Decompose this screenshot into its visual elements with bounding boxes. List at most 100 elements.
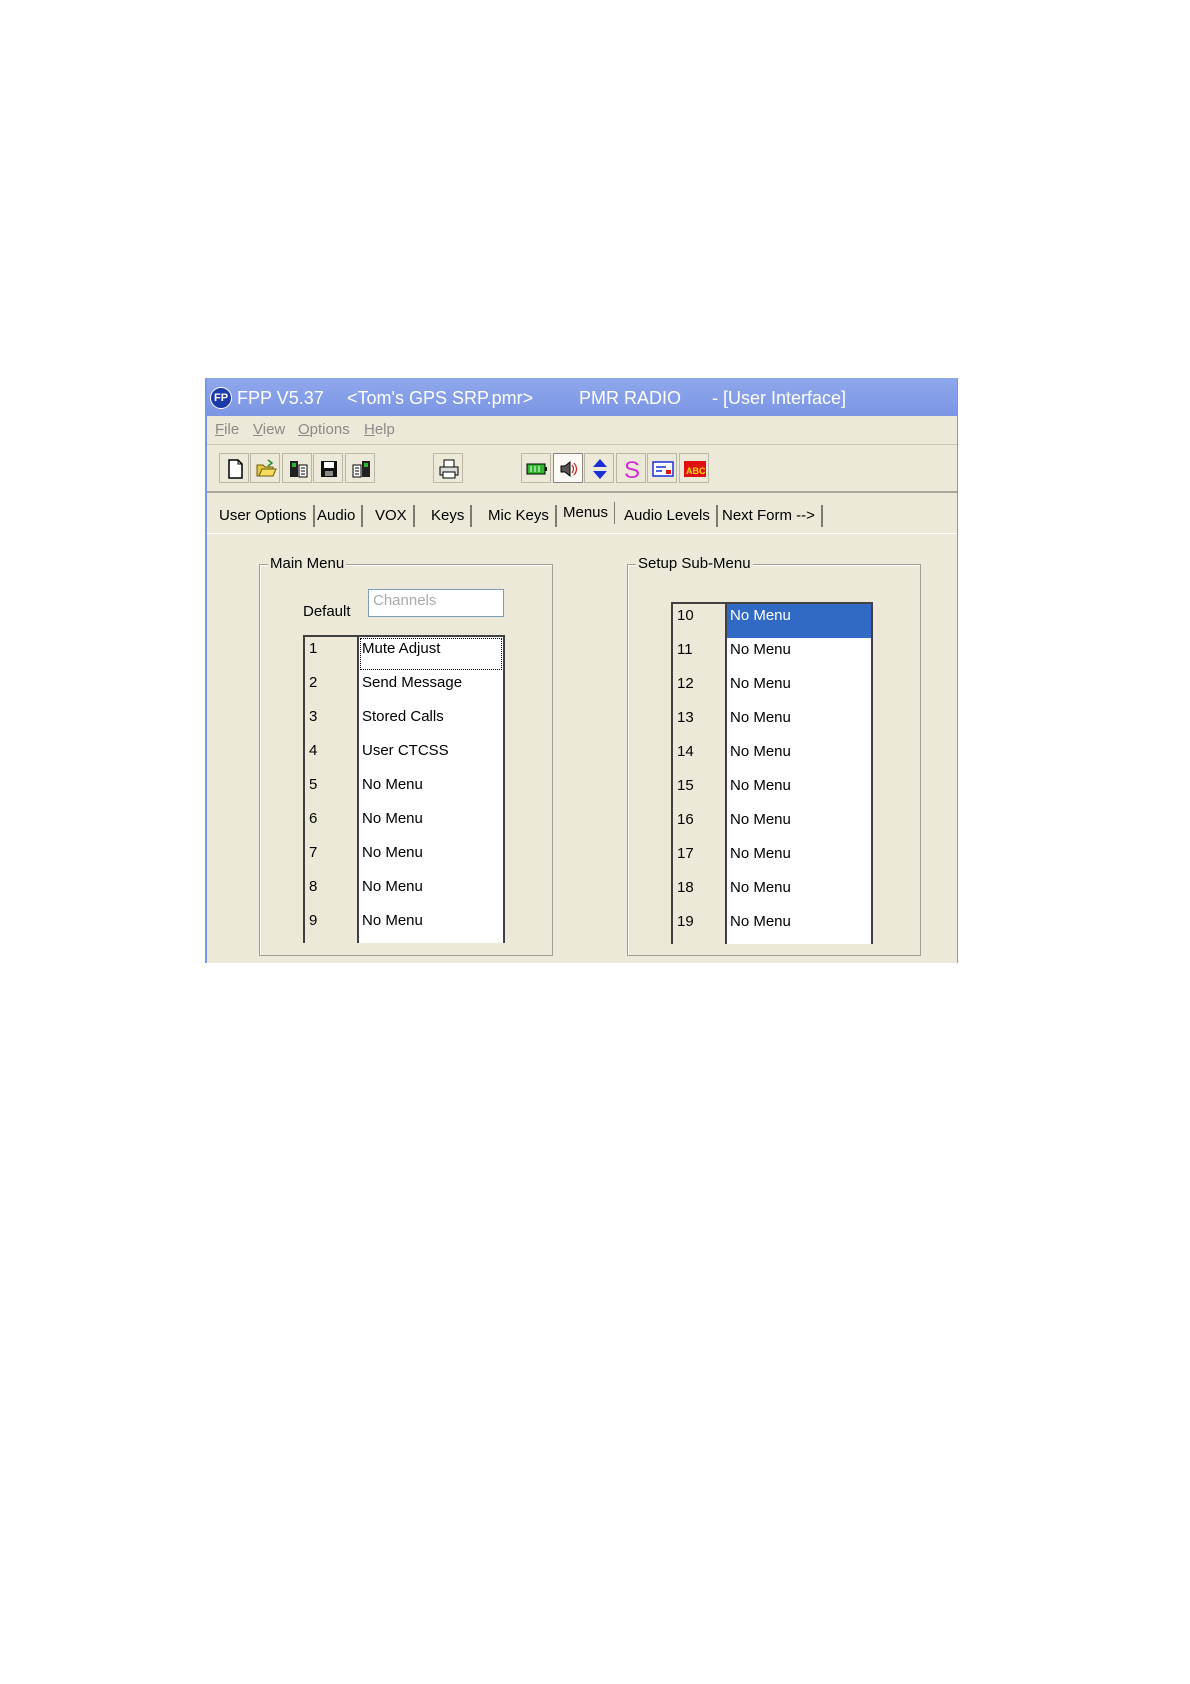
open-file-button[interactable]: [250, 453, 280, 483]
s-icon: S: [624, 458, 640, 480]
print-icon: [439, 459, 459, 479]
main-menu-group: Main Menu Default Channels 1 Mute Adjust …: [259, 555, 553, 956]
row-number: 4: [305, 739, 359, 773]
menu-cell[interactable]: No Menu: [727, 808, 871, 842]
menu-cell[interactable]: No Menu: [727, 638, 871, 672]
table-row[interactable]: 4 User CTCSS: [305, 739, 503, 773]
menu-cell[interactable]: No Menu: [727, 706, 871, 740]
row-number: 18: [673, 876, 727, 910]
setup-sub-menu-group: Setup Sub-Menu 10 No Menu 11 No Menu 12 No …: [627, 555, 921, 956]
tab-keys[interactable]: Keys: [431, 505, 473, 527]
menu-cell[interactable]: No Menu: [359, 773, 503, 807]
row-number: 5: [305, 773, 359, 807]
application-window: FP FPP V5.37 <Tom's GPS SRP.pmr> PMR RAD…: [205, 378, 958, 963]
row-number: 19: [673, 910, 727, 944]
row-number: 9: [305, 909, 359, 943]
menu-cell[interactable]: No Menu: [359, 875, 503, 909]
table-row[interactable]: 15 No Menu: [673, 774, 871, 808]
save-button[interactable]: [313, 453, 343, 483]
menu-cell[interactable]: No Menu: [359, 841, 503, 875]
app-logo-icon[interactable]: FP: [210, 387, 232, 409]
tab-mic-keys[interactable]: Mic Keys: [488, 505, 557, 527]
table-row[interactable]: 11 No Menu: [673, 638, 871, 672]
row-number: 17: [673, 842, 727, 876]
up-down-arrows-icon: [593, 459, 607, 479]
table-row[interactable]: 2 Send Message: [305, 671, 503, 705]
table-row[interactable]: 7 No Menu: [305, 841, 503, 875]
save-icon: [321, 461, 337, 477]
row-number: 13: [673, 706, 727, 740]
signalling-button[interactable]: S: [616, 453, 646, 483]
battery-button[interactable]: [521, 453, 551, 483]
menu-bar: File View Options Help: [207, 416, 957, 445]
tab-menus[interactable]: Menus: [563, 502, 616, 524]
menu-cell[interactable]: No Menu: [727, 672, 871, 706]
table-row[interactable]: 18 No Menu: [673, 876, 871, 910]
menu-view[interactable]: View: [253, 421, 285, 438]
setup-sub-menu-title: Setup Sub-Menu: [636, 555, 753, 572]
table-row[interactable]: 16 No Menu: [673, 808, 871, 842]
table-row[interactable]: 3 Stored Calls: [305, 705, 503, 739]
row-number: 12: [673, 672, 727, 706]
menu-options[interactable]: Options: [298, 421, 350, 438]
row-number: 3: [305, 705, 359, 739]
row-number: 15: [673, 774, 727, 808]
read-radio-icon: [290, 461, 308, 478]
menu-cell[interactable]: Stored Calls: [359, 705, 503, 739]
menu-file[interactable]: File: [215, 421, 239, 438]
menu-cell[interactable]: No Menu: [359, 807, 503, 841]
menu-cell[interactable]: No Menu: [727, 740, 871, 774]
tab-audio-levels[interactable]: Audio Levels: [624, 505, 718, 527]
write-radio-icon: [352, 461, 370, 478]
write-radio-button[interactable]: [345, 453, 375, 483]
svg-text:S: S: [624, 458, 640, 480]
menu-cell[interactable]: Mute Adjust: [359, 637, 503, 671]
speaker-icon: [560, 460, 578, 478]
table-row[interactable]: 13 No Menu: [673, 706, 871, 740]
new-file-button[interactable]: [219, 453, 249, 483]
menu-cell[interactable]: No Menu: [727, 910, 871, 944]
open-folder-icon: [256, 459, 277, 477]
table-row[interactable]: 12 No Menu: [673, 672, 871, 706]
tab-next-form[interactable]: Next Form -->: [722, 505, 823, 527]
row-number: 10: [673, 604, 727, 638]
table-row[interactable]: 8 No Menu: [305, 875, 503, 909]
file-name: <Tom's GPS SRP.pmr>: [347, 388, 534, 408]
table-row[interactable]: 17 No Menu: [673, 842, 871, 876]
menu-cell[interactable]: No Menu: [359, 909, 503, 943]
form-button[interactable]: [647, 453, 677, 483]
table-row[interactable]: 10 No Menu: [673, 604, 871, 638]
menu-cell[interactable]: User CTCSS: [359, 739, 503, 773]
tab-vox[interactable]: VOX: [375, 505, 415, 527]
tab-audio[interactable]: Audio: [317, 505, 364, 527]
form-name: - [User Interface]: [712, 388, 847, 408]
menu-help[interactable]: Help: [364, 421, 395, 438]
table-row[interactable]: 14 No Menu: [673, 740, 871, 774]
abc-button[interactable]: ABC: [679, 453, 709, 483]
setup-sub-menu-grid: 10 No Menu 11 No Menu 12 No Menu 13 No Menu …: [671, 602, 873, 944]
row-number: 2: [305, 671, 359, 705]
menu-cell[interactable]: No Menu: [727, 774, 871, 808]
title-bar[interactable]: FP FPP V5.37 <Tom's GPS SRP.pmr> PMR RAD…: [207, 378, 957, 416]
menu-cell[interactable]: No Menu: [727, 876, 871, 910]
menu-cell[interactable]: No Menu: [727, 604, 871, 638]
table-row[interactable]: 1 Mute Adjust: [305, 637, 503, 671]
row-number: 16: [673, 808, 727, 842]
menu-cell[interactable]: Send Message: [359, 671, 503, 705]
table-row[interactable]: 5 No Menu: [305, 773, 503, 807]
abc-icon-text: ABC: [686, 466, 706, 476]
tab-strip: User Options Audio VOX Keys Mic Keys Men…: [207, 493, 957, 534]
up-down-button[interactable]: [584, 453, 614, 483]
row-number: 1: [305, 637, 359, 671]
table-row[interactable]: 9 No Menu: [305, 909, 503, 943]
row-number: 6: [305, 807, 359, 841]
tab-user-options[interactable]: User Options: [219, 505, 315, 527]
table-row[interactable]: 19 No Menu: [673, 910, 871, 944]
print-button[interactable]: [433, 453, 463, 483]
menu-cell[interactable]: No Menu: [727, 842, 871, 876]
audio-button[interactable]: [553, 453, 583, 483]
default-menu-field[interactable]: Channels: [368, 589, 504, 617]
read-radio-button[interactable]: [282, 453, 312, 483]
new-file-icon: [228, 459, 243, 479]
table-row[interactable]: 6 No Menu: [305, 807, 503, 841]
